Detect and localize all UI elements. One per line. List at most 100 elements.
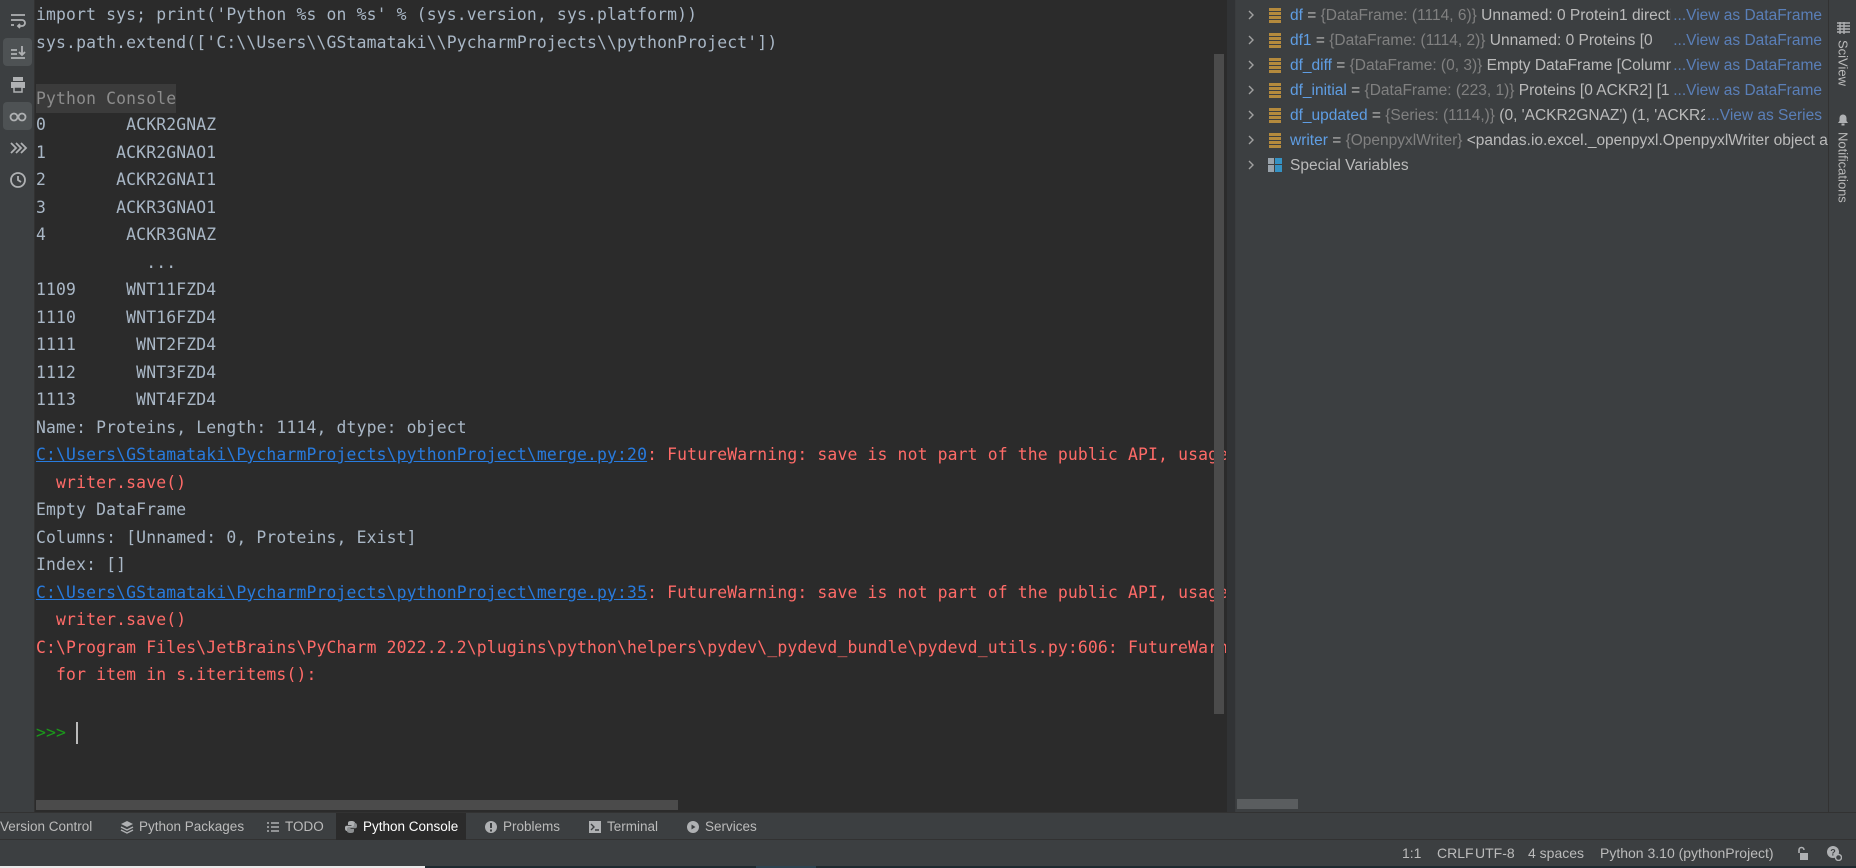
output-line: 1110 WNT16FZD4 [36, 307, 217, 327]
panel-splitter[interactable] [1226, 0, 1236, 812]
print-button[interactable] [3, 70, 32, 98]
sciview-tab[interactable]: SciView [1833, 22, 1853, 86]
expand-chevron-icon[interactable] [1246, 103, 1260, 128]
cursor-position[interactable]: 1:1 [1402, 840, 1421, 866]
variable-text: df = {DataFrame: (1114, 6)} Unnamed: 0 P… [1290, 3, 1705, 28]
right-tool-strip: SciView Notifications [1828, 0, 1856, 812]
output-line: 1112 WNT3FZD4 [36, 362, 217, 382]
console-prompt: >>> [36, 723, 67, 742]
variable-icon [1269, 8, 1281, 23]
tab-terminal[interactable]: Terminal [580, 813, 666, 840]
tab-python-console[interactable]: Python Console [336, 813, 467, 840]
variable-name: df [1290, 7, 1303, 24]
glasses-icon [9, 112, 26, 122]
variable-text: df_updated = {Series: (1114,)} (0, 'ACKR… [1290, 103, 1755, 128]
variable-text: df_diff = {DataFrame: (0, 3)} Empty Data… [1290, 53, 1711, 78]
output-line: 3 ACKR3GNAO1 [36, 197, 217, 217]
variable-icon [1269, 33, 1281, 48]
warning-text: : FutureWarning: save is not part of the… [647, 445, 1226, 464]
variable-text: df1 = {DataFrame: (1114, 2)} Unnamed: 0 … [1290, 28, 1653, 53]
line-ending[interactable]: CRLF [1437, 840, 1474, 866]
variable-name: df_diff [1290, 57, 1332, 74]
output-line: Index: [] [36, 555, 127, 574]
list-icon [267, 821, 279, 832]
output-line: ... [36, 252, 177, 272]
variable-row-df[interactable]: df = {DataFrame: (1114, 6)} Unnamed: 0 P… [1236, 3, 1828, 28]
output-line: Empty DataFrame [36, 500, 187, 519]
expand-chevron-icon[interactable] [1246, 28, 1260, 53]
show-variables-button[interactable] [3, 102, 32, 130]
expand-chevron-icon[interactable] [1246, 153, 1260, 178]
view-as-link[interactable]: ...View as DataFrame [1671, 78, 1822, 103]
expand-chevron-icon[interactable] [1246, 78, 1260, 103]
view-as-link[interactable]: ...View as DataFrame [1671, 3, 1822, 28]
output-line: 1113 WNT4FZD4 [36, 390, 217, 409]
output-line: 4 ACKR3GNAZ [36, 225, 217, 244]
variable-row-df-initial[interactable]: df_initial = {DataFrame: (223, 1)} Prote… [1236, 78, 1828, 103]
error-output-line: C:\Program Files\JetBrains\PyCharm 2022.… [36, 637, 1226, 657]
inspection-settings-icon[interactable]: ? [1826, 845, 1842, 861]
console-horizontal-scrollbar[interactable] [36, 800, 678, 810]
variable-row-df1[interactable]: df1 = {DataFrame: (1114, 2)} Unnamed: 0 … [1236, 28, 1828, 53]
scroll-to-end-button[interactable] [3, 38, 32, 66]
warning-icon [485, 820, 497, 833]
view-as-link[interactable]: ...View as DataFrame [1671, 53, 1822, 78]
variable-icon [1269, 58, 1281, 73]
tab-python-packages[interactable]: Python Packages [112, 813, 252, 840]
console-input-line[interactable]: >>> [36, 719, 1186, 746]
file-encoding[interactable]: UTF-8 [1475, 840, 1515, 866]
fast-forward-icon [9, 142, 27, 154]
expand-chevron-icon[interactable] [1246, 3, 1260, 28]
error-output-line: writer.save() [36, 610, 187, 629]
variable-value: Proteins [0 ACKR2] [1 [1518, 82, 1670, 99]
tab-services[interactable]: Services [678, 813, 765, 840]
variable-type: {DataFrame: (0, 3)} [1349, 57, 1487, 74]
file-link[interactable]: C:\Users\GStamataki\PycharmProjects\pyth… [36, 583, 647, 602]
tab-label: Terminal [607, 819, 659, 834]
soft-wrap-button[interactable] [3, 6, 32, 34]
tab-label: Services [705, 819, 757, 834]
variable-icon [1269, 108, 1281, 123]
tab-todo[interactable]: TODO [258, 813, 332, 840]
variable-name: df1 [1290, 32, 1312, 49]
output-line: 1 ACKR2GNAO1 [36, 142, 217, 162]
output-line: 0 ACKR2GNAZ [36, 115, 217, 134]
output-line: 2 ACKR2GNAI1 [36, 170, 217, 189]
variable-type: {DataFrame: (1114, 2)} [1329, 32, 1490, 49]
history-button[interactable] [3, 166, 32, 194]
status-bar: 1:1 CRLF UTF-8 4 spaces Python 3.10 (pyt… [0, 840, 1856, 866]
expand-chevron-icon[interactable] [1246, 128, 1260, 153]
variable-type: {DataFrame: (1114, 6)} [1320, 7, 1482, 24]
output-line: Columns: [Unnamed: 0, Proteins, Exist] [36, 527, 417, 547]
variable-row-writer[interactable]: writer = {OpenpyxlWriter} <pandas.io.exc… [1236, 128, 1828, 153]
indent-setting[interactable]: 4 spaces [1528, 840, 1584, 866]
tab-problems[interactable]: Problems [476, 813, 568, 840]
special-variables-row[interactable]: Special Variables [1236, 153, 1828, 178]
console-toolbar [0, 0, 35, 812]
tab-label: Python Packages [139, 819, 245, 834]
error-output-line: for item in s.iteritems(): [36, 665, 317, 684]
variable-name: df_updated [1290, 107, 1368, 124]
svg-text:?: ? [1830, 848, 1836, 858]
terminal-icon [589, 820, 601, 833]
python-console-output[interactable]: import sys; print('Python %s on %s' % (s… [36, 0, 1226, 812]
output-line: sys.path.extend(['C:\\Users\\GStamataki\… [36, 32, 778, 52]
variable-row-df-diff[interactable]: df_diff = {DataFrame: (0, 3)} Empty Data… [1236, 53, 1828, 78]
special-variables-label: Special Variables [1290, 157, 1409, 174]
execute-code-button[interactable] [3, 134, 32, 162]
variables-horizontal-scrollbar[interactable] [1237, 799, 1298, 809]
view-as-link[interactable]: ...View as Series [1704, 103, 1822, 128]
clock-icon [9, 172, 26, 188]
warning-line: C:\Users\GStamataki\PycharmProjects\pyth… [36, 441, 1226, 468]
lock-open-icon[interactable] [1796, 845, 1812, 861]
notifications-tab[interactable]: Notifications [1833, 112, 1853, 203]
expand-chevron-icon[interactable] [1246, 53, 1260, 78]
error-output-line: writer.save() [36, 472, 187, 492]
variable-row-df-updated[interactable]: df_updated = {Series: (1114,)} (0, 'ACKR… [1236, 103, 1828, 128]
python-interpreter[interactable]: Python 3.10 (pythonProject) [1600, 840, 1774, 866]
console-vertical-scrollbar[interactable] [1214, 54, 1224, 714]
view-as-link[interactable]: ...View as DataFrame [1671, 28, 1822, 53]
file-link[interactable]: C:\Users\GStamataki\PycharmProjects\pyth… [36, 445, 647, 464]
variable-value: <pandas.io.excel._openpyxl.OpenpyxlWrite… [1466, 132, 1828, 149]
tab-version-control[interactable]: Version Control [0, 813, 100, 840]
